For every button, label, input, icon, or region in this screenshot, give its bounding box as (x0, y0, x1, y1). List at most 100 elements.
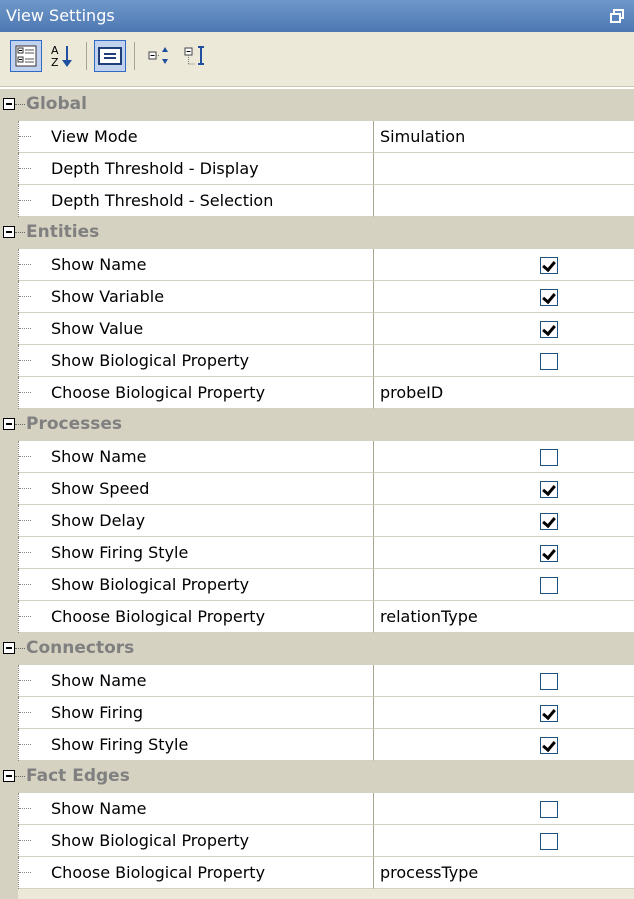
category-label: Entities (26, 222, 100, 242)
restore-window-icon[interactable] (610, 9, 624, 23)
property-value[interactable] (374, 345, 634, 377)
tree-connector (19, 744, 31, 745)
property-value[interactable] (374, 313, 634, 345)
expand-all-button[interactable] (144, 40, 176, 72)
property-row[interactable]: Choose Biological Property relationType (0, 601, 634, 633)
tree-line (18, 825, 19, 857)
category-row[interactable]: Processes (0, 409, 634, 441)
category-row[interactable]: Connectors (0, 633, 634, 665)
alphabetical-button[interactable]: A Z (46, 40, 78, 72)
property-row[interactable]: Show Biological Property (0, 825, 634, 857)
property-value[interactable] (374, 537, 634, 569)
property-row[interactable]: View Mode Simulation (0, 121, 634, 153)
property-value[interactable] (374, 153, 634, 185)
property-row[interactable]: Show Name (0, 441, 634, 473)
property-row[interactable]: Show Name (0, 793, 634, 825)
property-value[interactable]: Simulation (374, 121, 634, 153)
unchecked-checkbox[interactable] (540, 673, 558, 690)
property-row[interactable]: Depth Threshold - Display (0, 153, 634, 185)
collapse-icon[interactable] (3, 642, 15, 654)
sort-az-icon: A Z (51, 44, 72, 69)
property-row[interactable]: Show Delay (0, 505, 634, 537)
window-title: View Settings (6, 6, 115, 25)
tree-connector (19, 392, 31, 393)
property-grid: Global View Mode Simulation Depth Threshold… (0, 89, 634, 899)
property-value[interactable] (374, 185, 634, 217)
property-pages-button[interactable] (94, 40, 126, 72)
property-name: Show Variable (18, 281, 374, 313)
collapse-all-button[interactable] (180, 40, 212, 72)
checked-checkbox[interactable] (540, 737, 558, 754)
property-value[interactable] (374, 249, 634, 281)
property-value[interactable] (374, 793, 634, 825)
checked-checkbox[interactable] (540, 289, 558, 306)
property-name: Depth Threshold - Display (18, 153, 374, 185)
property-name: Depth Threshold - Selection (18, 185, 374, 217)
checked-checkbox[interactable] (540, 321, 558, 338)
category-row[interactable]: Entities (0, 217, 634, 249)
checked-checkbox[interactable] (540, 705, 558, 722)
unchecked-checkbox[interactable] (540, 577, 558, 594)
tree-connector (19, 456, 31, 457)
property-value-text: processType (380, 863, 479, 882)
property-value[interactable] (374, 729, 634, 761)
property-value[interactable] (374, 281, 634, 313)
property-row[interactable]: Show Firing Style (0, 729, 634, 761)
tree-line (18, 505, 19, 537)
unchecked-checkbox[interactable] (540, 449, 558, 466)
property-row[interactable]: Show Name (0, 665, 634, 697)
property-row[interactable]: Show Firing (0, 697, 634, 729)
tree-line (18, 281, 19, 313)
property-value[interactable] (374, 665, 634, 697)
property-name: Show Name (18, 793, 374, 825)
tree-line (18, 153, 19, 185)
property-value[interactable] (374, 825, 634, 857)
property-name: Choose Biological Property (18, 601, 374, 633)
property-value[interactable] (374, 441, 634, 473)
category-row[interactable]: Fact Edges (0, 761, 634, 793)
tree-connector (19, 200, 31, 201)
property-value[interactable] (374, 473, 634, 505)
tree-connector (15, 424, 25, 425)
property-value[interactable] (374, 505, 634, 537)
property-row[interactable]: Depth Threshold - Selection (0, 185, 634, 217)
property-name: Show Name (18, 249, 374, 281)
property-name: Show Biological Property (18, 345, 374, 377)
property-row[interactable]: Show Biological Property (0, 345, 634, 377)
property-value[interactable]: relationType (374, 601, 634, 633)
property-row[interactable]: Show Firing Style (0, 537, 634, 569)
category-row[interactable]: Global (0, 89, 634, 121)
property-value[interactable]: probeID (374, 377, 634, 409)
collapse-icon[interactable] (3, 98, 15, 110)
tree-line (18, 473, 19, 505)
tree-connector (15, 776, 25, 777)
checked-checkbox[interactable] (540, 257, 558, 274)
property-row[interactable]: Choose Biological Property processType (0, 857, 634, 889)
tree-connector (19, 840, 31, 841)
property-row[interactable]: Show Speed (0, 473, 634, 505)
expand-all-icon (148, 47, 168, 64)
property-grid-toolbar: A Z (0, 32, 634, 87)
property-row[interactable]: Show Biological Property (0, 569, 634, 601)
checked-checkbox[interactable] (540, 481, 558, 498)
property-value[interactable]: processType (374, 857, 634, 889)
property-value[interactable] (374, 569, 634, 601)
unchecked-checkbox[interactable] (540, 801, 558, 818)
collapse-icon[interactable] (3, 418, 15, 430)
collapse-icon[interactable] (3, 226, 15, 238)
property-name: Show Speed (18, 473, 374, 505)
unchecked-checkbox[interactable] (540, 833, 558, 850)
property-row[interactable]: Show Variable (0, 281, 634, 313)
property-value[interactable] (374, 697, 634, 729)
property-row[interactable]: Choose Biological Property probeID (0, 377, 634, 409)
categorized-button[interactable] (10, 40, 42, 72)
tree-connector (15, 104, 25, 105)
tree-line (18, 601, 19, 633)
property-row[interactable]: Show Value (0, 313, 634, 345)
checked-checkbox[interactable] (540, 513, 558, 530)
tree-line (18, 345, 19, 377)
unchecked-checkbox[interactable] (540, 353, 558, 370)
collapse-icon[interactable] (3, 770, 15, 782)
property-row[interactable]: Show Name (0, 249, 634, 281)
checked-checkbox[interactable] (540, 545, 558, 562)
